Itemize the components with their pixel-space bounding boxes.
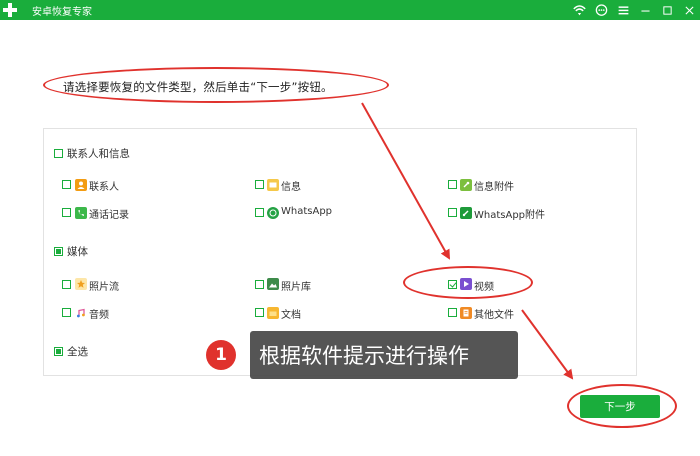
file-icon — [460, 307, 472, 319]
folder-icon — [267, 307, 279, 319]
photo-library-label: 照片库 — [281, 282, 311, 293]
chat-icon[interactable] — [590, 0, 612, 20]
message-icon — [267, 179, 279, 191]
photo-stream-checkbox[interactable] — [62, 280, 71, 289]
audio-label: 音频 — [89, 310, 109, 321]
photo-library-checkbox[interactable] — [255, 280, 264, 289]
group-media-label: 媒体 — [67, 246, 88, 258]
select-all-label: 全选 — [67, 346, 88, 358]
whatsapp-icon — [267, 207, 279, 219]
group-contacts-checkbox[interactable] — [54, 149, 63, 158]
phone-icon — [75, 207, 87, 219]
audio-checkbox[interactable] — [62, 308, 71, 317]
instruction-highlight-ellipse — [43, 67, 389, 103]
menu-icon[interactable] — [612, 0, 634, 20]
attachment-icon — [460, 179, 472, 191]
whatsapp-checkbox[interactable] — [255, 208, 264, 217]
group-media-checkbox[interactable] — [54, 247, 63, 256]
contacts-checkbox[interactable] — [62, 180, 71, 189]
photo-library-icon — [267, 278, 279, 290]
audio-icon — [75, 307, 87, 319]
app-logo-icon — [3, 3, 17, 17]
message-attachments-checkbox[interactable] — [448, 180, 457, 189]
group-contacts-label: 联系人和信息 — [67, 148, 130, 160]
messages-checkbox[interactable] — [255, 180, 264, 189]
message-attachments-label: 信息附件 — [474, 182, 514, 193]
other-files-label: 其他文件 — [474, 310, 514, 321]
minimize-icon[interactable] — [634, 0, 656, 20]
whatsapp-attachment-icon — [460, 207, 472, 219]
tutorial-tooltip-text: 根据软件提示进行操作 — [259, 344, 469, 368]
select-all-checkbox[interactable] — [54, 347, 63, 356]
documents-label: 文档 — [281, 310, 301, 321]
whatsapp-attachments-checkbox[interactable] — [448, 208, 457, 217]
other-files-checkbox[interactable] — [448, 308, 457, 317]
step-number-badge: 1 — [206, 340, 236, 370]
whatsapp-label: WhatsApp — [281, 206, 333, 217]
videos-highlight-ellipse — [403, 266, 533, 299]
wifi-icon[interactable] — [568, 0, 590, 20]
title-bar: 安卓恢复专家 — [0, 0, 700, 20]
call-logs-label: 通话记录 — [89, 210, 129, 221]
window-title: 安卓恢复专家 — [32, 7, 92, 18]
messages-label: 信息 — [281, 182, 301, 193]
close-icon[interactable] — [678, 0, 700, 20]
contacts-label: 联系人 — [89, 182, 119, 193]
contact-icon — [75, 179, 87, 191]
next-button-highlight-ellipse — [567, 384, 677, 428]
tutorial-tooltip: 根据软件提示进行操作 — [250, 331, 518, 379]
maximize-icon[interactable] — [656, 0, 678, 20]
photo-stream-icon — [75, 278, 87, 290]
photo-stream-label: 照片流 — [89, 282, 119, 293]
whatsapp-attachments-label: WhatsApp附件 — [474, 210, 546, 221]
call-logs-checkbox[interactable] — [62, 208, 71, 217]
documents-checkbox[interactable] — [255, 308, 264, 317]
